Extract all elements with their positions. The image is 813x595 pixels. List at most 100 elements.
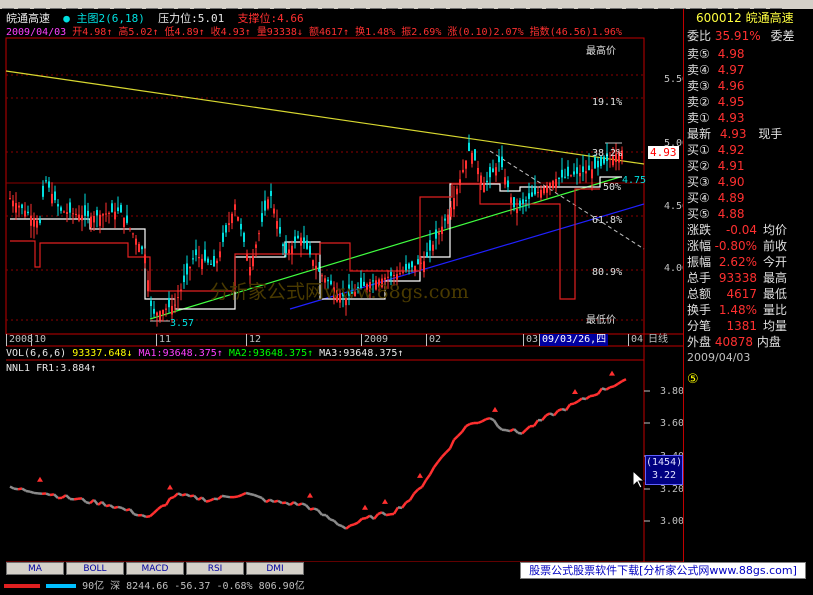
candle-body — [513, 197, 515, 208]
candle-body — [528, 193, 530, 199]
nnl-segment — [541, 414, 547, 422]
candle-body — [105, 213, 107, 215]
candle-body — [498, 156, 500, 163]
candle-body — [483, 183, 485, 193]
ask-label: 卖② — [687, 95, 710, 109]
candle-body — [468, 142, 470, 152]
nnl-segment — [161, 503, 167, 508]
promo-banner[interactable]: 股票公式股票软件下载[分析家公式网www.88gs.com] — [520, 562, 806, 579]
candle-body — [225, 225, 227, 233]
candle-body — [150, 300, 152, 307]
candle-body — [69, 202, 71, 213]
nnl-segment — [557, 407, 563, 412]
bid-label: 买⑤ — [687, 207, 710, 221]
nnl-segment — [93, 499, 99, 506]
nnl-segment — [29, 490, 35, 495]
nnl-segment — [573, 400, 579, 405]
nnl-segment — [117, 505, 123, 510]
candle-body — [291, 245, 293, 255]
candle-body — [111, 203, 113, 213]
stat-label: 涨幅 — [687, 239, 712, 253]
candle-body — [93, 216, 95, 223]
nnl-segment — [169, 495, 175, 500]
candle-body — [78, 214, 80, 221]
nnl-segment — [532, 419, 540, 427]
nnl-signal-marker — [382, 498, 388, 504]
nnl-segment — [317, 509, 323, 516]
tab-boll[interactable]: BOLL — [66, 562, 124, 575]
candle-body — [471, 152, 473, 164]
stat-label-2: 最高 — [763, 271, 788, 285]
candle-body — [540, 189, 542, 198]
nnl-segment — [577, 397, 583, 403]
candle-body — [573, 171, 575, 175]
bid-row: 买④ 4.89 — [687, 191, 744, 205]
candle-body — [306, 240, 308, 249]
indicator-tabs: MA BOLL MACD RSI DMI — [0, 562, 520, 575]
bid-row: 买⑤ 4.88 — [687, 207, 744, 221]
candle-body — [27, 211, 29, 214]
nnl-segment — [221, 494, 227, 498]
stat-label: 总手 — [687, 271, 712, 285]
vol-ma2: MA2:93648.375↑ — [228, 348, 314, 359]
candle-body — [486, 180, 488, 183]
candle-body — [276, 221, 278, 229]
nnl-segment — [177, 492, 183, 497]
tab-rsi[interactable]: RSI — [186, 562, 244, 575]
candle-body — [456, 188, 458, 195]
ask-row: 卖② 4.95 — [687, 95, 744, 109]
vol-ma3: MA3:93648.375↑ — [319, 348, 404, 359]
nnl-segment — [277, 499, 283, 505]
candle-body — [63, 211, 65, 213]
bid-row: 买① 4.92 — [687, 143, 744, 157]
nnl-segment — [325, 514, 331, 521]
tab-ma[interactable]: MA — [6, 562, 64, 575]
nnl-segment — [21, 487, 27, 493]
cursor-value: 3.22 — [651, 470, 677, 481]
panel-date: 2009/04/03 — [687, 351, 751, 364]
stat-row: 总手 93338 最高 — [687, 271, 787, 285]
low-price-label: 最低价 — [586, 315, 616, 326]
period-label[interactable]: 日线 — [648, 334, 668, 346]
candle-body — [192, 258, 194, 260]
nnl-segment — [201, 496, 207, 503]
nnl-segment — [621, 378, 627, 383]
candle-body — [462, 169, 464, 173]
panel-stock-code: 600012 — [696, 11, 742, 25]
candle-body — [117, 207, 119, 212]
candle-body — [135, 238, 137, 245]
candle-body — [390, 272, 392, 276]
candle-body — [270, 190, 272, 196]
candle-body — [114, 211, 116, 220]
outer-value: 40878 — [714, 335, 754, 349]
nnl-segment — [585, 395, 591, 401]
status-text: 90亿 深 8244.66 -56.37 -0.68% 806.90亿 — [82, 581, 305, 592]
candle-body — [531, 192, 533, 197]
ask-price: 4.98 — [717, 47, 745, 61]
candle-body — [441, 226, 443, 235]
nnl-segment — [413, 488, 419, 495]
nnl-segment — [417, 485, 423, 491]
tab-dmi[interactable]: DMI — [246, 562, 304, 575]
bid-row: 买② 4.91 — [687, 159, 744, 173]
candle-body — [81, 215, 83, 221]
stat-row: 振幅 2.62% 今开 — [687, 255, 787, 269]
chart-area[interactable]: 皖通高速 ● 主图2(6,18) 压力位:5.01 支撑位:4.66 2009/… — [0, 9, 683, 562]
candle-body — [138, 243, 140, 253]
candle-body — [171, 305, 173, 315]
nnl-segment — [157, 504, 163, 511]
candle-body — [165, 308, 167, 310]
candle-body — [126, 215, 128, 223]
nnl-segment — [245, 491, 251, 496]
nnl-axis-tick: 3.00 — [660, 516, 683, 527]
nnl-segment — [400, 501, 408, 509]
tab-macd[interactable]: MACD — [126, 562, 184, 575]
ask-label: 卖④ — [687, 63, 710, 77]
candle-body — [393, 275, 395, 277]
nnl-segment — [141, 513, 147, 519]
nnl-signal-marker — [492, 406, 498, 412]
stat-label: 换手 — [687, 303, 712, 317]
candle-body — [213, 256, 215, 267]
nnl-segment — [392, 506, 400, 515]
bid-price: 4.88 — [717, 207, 745, 221]
